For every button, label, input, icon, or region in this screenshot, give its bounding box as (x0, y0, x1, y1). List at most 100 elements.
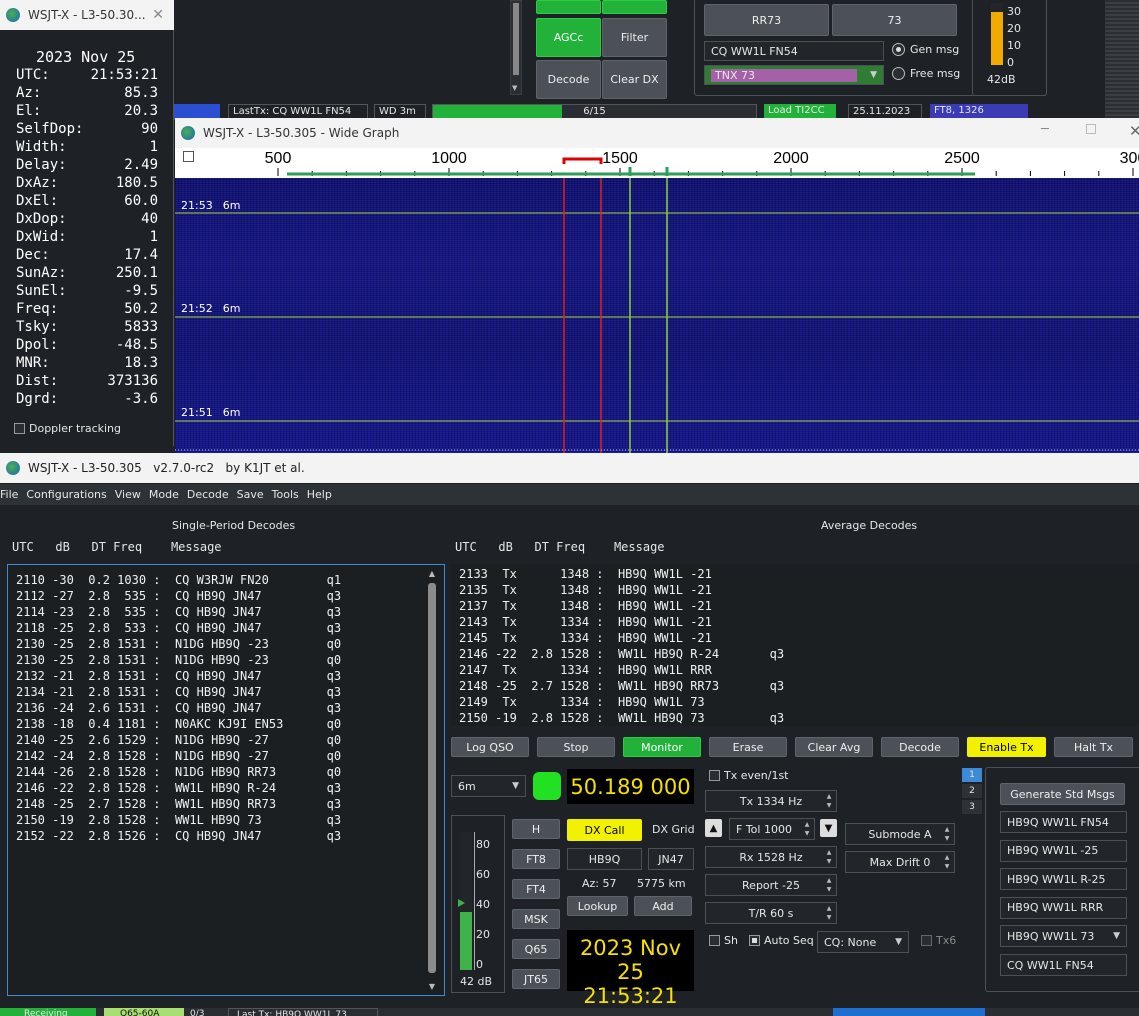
halt-tx-button[interactable]: Halt Tx (1054, 737, 1133, 757)
menu-item-view[interactable]: View (115, 488, 141, 501)
tab-3[interactable]: 3 (962, 800, 982, 814)
decode-line[interactable]: 2118 -25 2.8 533 : CQ HB9Q JN47 q3 (16, 620, 341, 636)
decode-line[interactable]: 2112 -27 2.8 535 : CQ HB9Q JN47 q3 (16, 588, 341, 604)
auto-seq-checkbox[interactable]: Auto Seq (749, 934, 814, 947)
decode-line[interactable]: 2148 -25 2.7 1528 : WW1L HB9Q RR73 q3 (459, 678, 784, 694)
tx6-checkbox[interactable]: Tx6 (921, 934, 956, 947)
mode-button-green-2[interactable] (602, 0, 667, 14)
doppler-tracking-checkbox[interactable]: Doppler tracking (14, 422, 121, 435)
decode-line[interactable]: 2130 -25 2.8 1531 : N1DG HB9Q -23 q0 (16, 652, 341, 668)
spin-arrows-icon[interactable]: ▲ ▼ (824, 793, 834, 809)
maximize-icon[interactable] (1086, 124, 1096, 134)
decode-line[interactable]: 2150 -19 2.8 1528 : WW1L HB9Q 73 q3 (16, 812, 341, 828)
spin-arrows-icon[interactable]: ▲ ▼ (802, 821, 812, 837)
mode-button-ft4[interactable]: FT4 (512, 879, 560, 899)
spin-arrows-icon[interactable]: ▲ ▼ (824, 877, 834, 893)
tab-1[interactable]: 1 (962, 768, 982, 782)
decode-line[interactable]: 2152 -22 2.8 1526 : CQ HB9Q JN47 q3 (16, 828, 341, 844)
tx-message-2[interactable]: HB9Q WW1L -25 (1000, 839, 1127, 862)
decode-line[interactable]: 2140 -25 2.6 1529 : N1DG HB9Q -27 q0 (16, 732, 341, 748)
dx-grid-field[interactable]: JN47 (648, 848, 694, 870)
decode-button-bg[interactable]: Decode (536, 60, 601, 99)
tx-freq-spinbox[interactable]: Tx 1334 Hz ▲ ▼ (705, 790, 837, 812)
decode-line[interactable]: 2114 -23 2.8 535 : CQ HB9Q JN47 q3 (16, 604, 341, 620)
spin-arrows-icon[interactable]: ▲ ▼ (824, 905, 834, 921)
tx-message-6[interactable]: CQ WW1L FN54 (1000, 954, 1127, 976)
sh-checkbox[interactable]: Sh (709, 934, 738, 947)
decode-line[interactable]: 2110 -30 0.2 1030 : CQ W3RJW FN20 q1 (16, 572, 341, 588)
scroll-up-icon[interactable]: ▲ (426, 569, 438, 578)
spin-arrows-icon[interactable]: ▲ ▼ (824, 849, 834, 865)
decode-line[interactable]: 2130 -25 2.8 1531 : N1DG HB9Q -23 q0 (16, 636, 341, 652)
decode-line[interactable]: 2147 Tx 1334 : HB9Q WW1L RRR (459, 662, 784, 678)
stop-button[interactable]: Stop (537, 737, 615, 757)
enable-tx-button[interactable]: Enable Tx (967, 737, 1046, 757)
rr73-button[interactable]: RR73 (704, 4, 829, 36)
rx-freq-spinbox[interactable]: Rx 1528 Hz ▲ ▼ (705, 846, 837, 868)
max-drift-spinbox[interactable]: Max Drift 0 ▲ ▼ (845, 851, 955, 873)
minimize-icon[interactable]: ─ (1041, 122, 1049, 137)
mode-button-jt65[interactable]: JT65 (512, 969, 560, 989)
frequency-display[interactable]: 50.189 000 (567, 769, 694, 804)
generate-std-msgs-button[interactable]: Generate Std Msgs (1000, 783, 1125, 805)
decode-line[interactable]: 2146 -22 2.8 1528 : WW1L HB9Q R-24 q3 (459, 646, 784, 662)
decode-line[interactable]: 2134 -21 2.8 1531 : CQ HB9Q JN47 q3 (16, 684, 341, 700)
filter-button[interactable]: Filter (602, 18, 667, 57)
log-qso-button[interactable]: Log QSO (451, 737, 529, 757)
tx-message-4[interactable]: HB9Q WW1L RRR (1000, 896, 1127, 919)
clear-avg-button[interactable]: Clear Avg (795, 737, 873, 757)
single-decodes-list[interactable]: 2110 -30 0.2 1030 : CQ W3RJW FN20 q1 2112… (7, 564, 445, 996)
dx-call-field[interactable]: HB9Q (567, 848, 642, 870)
decode-line[interactable]: 2135 Tx 1348 : HB9Q WW1L -21 (459, 582, 784, 598)
mode-button-h[interactable]: H (512, 819, 560, 839)
menu-item-save[interactable]: Save (237, 488, 264, 501)
spin-arrows-icon[interactable]: ▲ ▼ (942, 854, 952, 870)
spin-arrows-icon[interactable]: ▲ ▼ (942, 826, 952, 842)
decode-line[interactable]: 2133 Tx 1348 : HB9Q WW1L -21 (459, 566, 784, 582)
band-select[interactable]: 6m ▼ (451, 775, 526, 797)
decode-line[interactable]: 2145 Tx 1334 : HB9Q WW1L -21 (459, 630, 784, 646)
decode-line[interactable]: 2142 -24 2.8 1528 : N1DG HB9Q -27 q0 (16, 748, 341, 764)
decode-button[interactable]: Decode (881, 737, 959, 757)
decode-line[interactable]: 2146 -22 2.8 1528 : WW1L HB9Q R-24 q3 (16, 780, 341, 796)
tab-2[interactable]: 2 (962, 784, 982, 798)
menu-item-help[interactable]: Help (307, 488, 332, 501)
agcc-button[interactable]: AGCc (536, 18, 601, 57)
menu-item-mode[interactable]: Mode (149, 488, 179, 501)
menu-item-configurations[interactable]: Configurations (26, 488, 106, 501)
tx-even-checkbox[interactable]: Tx even/1st (709, 769, 789, 782)
report-spinbox[interactable]: Report -25 ▲ ▼ (705, 874, 837, 896)
cq-message-field[interactable]: CQ WW1L FN54 (704, 41, 884, 61)
decode-line[interactable]: 2150 -19 2.8 1528 : WW1L HB9Q 73 q3 (459, 710, 784, 726)
scroll-down-icon[interactable]: ▼ (426, 982, 438, 991)
monitor-button[interactable]: Monitor (623, 737, 701, 757)
tx-message-5[interactable]: HB9Q WW1L 73 ▼ (1000, 925, 1127, 948)
average-decodes-list[interactable]: 2133 Tx 1348 : HB9Q WW1L -21 2135 Tx 1348… (451, 564, 1139, 726)
close-icon[interactable]: ✕ (152, 7, 164, 23)
decode-line[interactable]: 2143 Tx 1334 : HB9Q WW1L -21 (459, 614, 784, 630)
scrollbar[interactable]: ▼ (510, 0, 522, 95)
free-msg-radio[interactable]: Free msg (892, 67, 960, 80)
gen-msg-radio[interactable]: Gen msg (892, 43, 959, 56)
dx-call-button[interactable]: DX Call (567, 819, 642, 841)
decode-line[interactable]: 2148 -25 2.7 1528 : WW1L HB9Q RR73 q3 (16, 796, 341, 812)
tr-period-spinbox[interactable]: T/R 60 s ▲ ▼ (705, 902, 837, 924)
menu-item-tools[interactable]: Tools (272, 488, 299, 501)
close-icon[interactable]: ✕ (1129, 122, 1139, 140)
decode-line[interactable]: 2149 Tx 1334 : HB9Q WW1L 73 (459, 694, 784, 710)
cq-select[interactable]: CQ: None ▼ (817, 931, 909, 953)
erase-button[interactable]: Erase (709, 737, 787, 757)
set-tx-up-icon[interactable]: ▲ (705, 819, 722, 837)
add-button[interactable]: Add (634, 896, 692, 916)
mode-button-green[interactable] (536, 0, 601, 14)
decode-line[interactable]: 2138 -18 0.4 1181 : N0AKC KJ9I EN53 q0 (16, 716, 341, 732)
tx-message-3[interactable]: HB9Q WW1L R-25 (1000, 868, 1127, 891)
menu-item-decode[interactable]: Decode (187, 488, 229, 501)
mode-button-ft8[interactable]: FT8 (512, 849, 560, 869)
ftol-spinbox[interactable]: F Tol 1000 ▲ ▼ (729, 818, 815, 840)
scrollbar[interactable]: ▲ ▼ (426, 569, 438, 991)
tx-message-1[interactable]: HB9Q WW1L FN54 (1000, 811, 1127, 833)
tnx-message-select[interactable]: TNX 73 ▼ (704, 65, 884, 85)
set-rx-down-icon[interactable]: ▼ (820, 819, 837, 837)
decode-line[interactable]: 2132 -21 2.8 1531 : CQ HB9Q JN47 q3 (16, 668, 341, 684)
